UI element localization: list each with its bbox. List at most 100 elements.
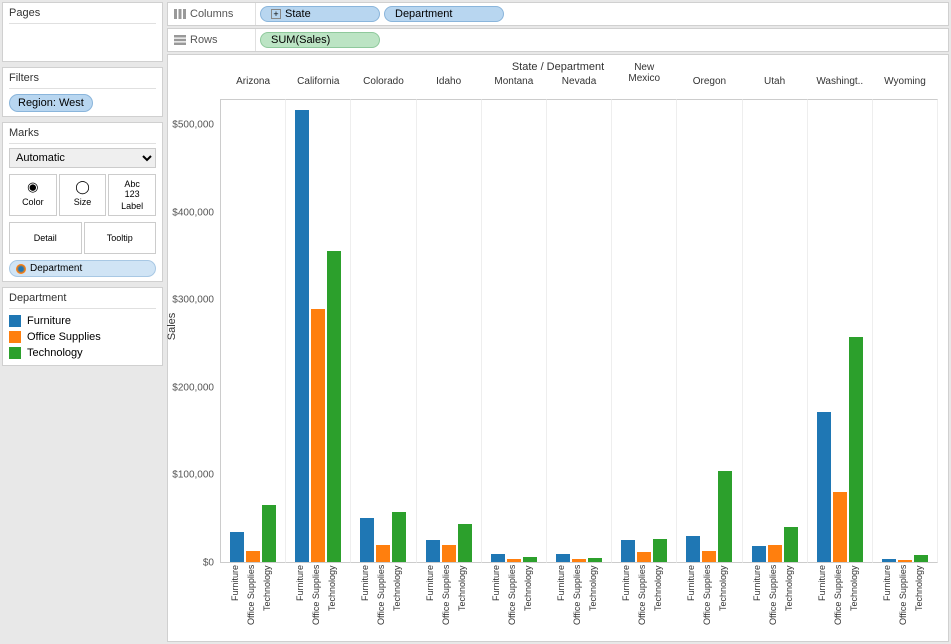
bar[interactable] (637, 552, 651, 562)
legend-item[interactable]: Technology (9, 345, 156, 361)
x-axis-labels: FurnitureOffice SuppliesTechnologyFurnit… (220, 565, 938, 635)
column-pill-department[interactable]: Department (384, 6, 504, 22)
bar[interactable] (752, 546, 766, 562)
dept-label: Technology (392, 565, 406, 635)
bar[interactable] (718, 471, 732, 562)
dept-label: Furniture (686, 565, 700, 635)
dept-label: Office Supplies (376, 565, 390, 635)
bar[interactable] (784, 527, 798, 562)
legend-item[interactable]: Office Supplies (9, 329, 156, 345)
bar[interactable] (556, 554, 570, 562)
bar[interactable] (882, 559, 896, 562)
y-tick: $500,000 (172, 120, 214, 131)
state-column: Arizona (220, 99, 286, 563)
state-header: Arizona (221, 76, 285, 87)
bar[interactable] (442, 545, 456, 562)
bar[interactable] (588, 558, 602, 562)
dept-label: Technology (457, 565, 471, 635)
legend-item[interactable]: Furniture (9, 313, 156, 329)
bar[interactable] (914, 555, 928, 562)
dept-label: Office Supplies (702, 565, 716, 635)
dept-label: Technology (523, 565, 537, 635)
bar[interactable] (507, 559, 521, 562)
visualization: State / Department Sales $0$100,000$200,… (167, 54, 949, 642)
bar[interactable] (621, 540, 635, 562)
mark-size-button[interactable]: ◯Size (59, 174, 107, 216)
dept-label: Office Supplies (441, 565, 455, 635)
column-pill-state[interactable]: +State (260, 6, 380, 22)
legend-label: Office Supplies (27, 331, 101, 343)
bar[interactable] (262, 505, 276, 562)
bar[interactable] (833, 492, 847, 562)
dept-label: Office Supplies (833, 565, 847, 635)
dept-label: Office Supplies (898, 565, 912, 635)
bar[interactable] (392, 512, 406, 562)
mark-color-button[interactable]: ◉Color (9, 174, 57, 216)
dept-label: Technology (327, 565, 341, 635)
dept-label: Technology (653, 565, 667, 635)
pages-title: Pages (9, 7, 156, 24)
state-header: NewMexico (612, 62, 676, 84)
marks-type-select[interactable]: Automatic (9, 148, 156, 168)
dept-label: Office Supplies (507, 565, 521, 635)
bar[interactable] (686, 536, 700, 562)
state-column: California (286, 99, 351, 563)
bar[interactable] (849, 337, 863, 562)
dept-label: Furniture (491, 565, 505, 635)
bar[interactable] (295, 110, 309, 562)
bar[interactable] (426, 540, 440, 562)
dept-label: Furniture (230, 565, 244, 635)
mark-label-button[interactable]: Abc123Label (108, 174, 156, 216)
bar[interactable] (458, 524, 472, 562)
marks-panel: Marks Automatic ◉Color ◯Size Abc123Label… (2, 122, 163, 282)
y-tick: $0 (203, 558, 214, 569)
mark-tooltip-button[interactable]: Tooltip (84, 222, 157, 254)
state-header: Washingt.. (808, 76, 872, 87)
chart-area: ArizonaCaliforniaColoradoIdahoMontanaNev… (220, 99, 938, 563)
mark-detail-button[interactable]: Detail (9, 222, 82, 254)
dept-label: Furniture (295, 565, 309, 635)
bar[interactable] (523, 557, 537, 562)
state-header: Wyoming (873, 76, 937, 87)
state-column: Nevada (547, 99, 612, 563)
state-header: Utah (743, 76, 807, 87)
filters-panel: Filters Region: West (2, 67, 163, 117)
dept-label: Technology (588, 565, 602, 635)
rows-shelf: Rows SUM(Sales) (167, 28, 949, 52)
bar[interactable] (246, 551, 260, 562)
plus-icon[interactable]: + (271, 9, 281, 19)
bar[interactable] (702, 551, 716, 562)
bar[interactable] (572, 559, 586, 562)
dept-label: Furniture (817, 565, 831, 635)
mark-color-pill[interactable]: Department (9, 260, 156, 277)
dept-label: Office Supplies (311, 565, 325, 635)
dept-label: Technology (849, 565, 863, 635)
filter-pill-region[interactable]: Region: West (9, 94, 93, 112)
bar[interactable] (327, 251, 341, 562)
bar[interactable] (491, 554, 505, 562)
color-icon: ◉ (12, 179, 54, 195)
bar[interactable] (376, 545, 390, 562)
rows-icon (174, 35, 186, 45)
bar[interactable] (360, 518, 374, 562)
state-column: Colorado (351, 99, 416, 563)
bar[interactable] (817, 412, 831, 562)
filters-title: Filters (9, 72, 156, 89)
bar[interactable] (230, 532, 244, 563)
dept-label: Technology (718, 565, 732, 635)
color-icon (16, 264, 26, 274)
bar[interactable] (311, 309, 325, 562)
marks-title: Marks (9, 127, 156, 144)
bar[interactable] (653, 539, 667, 562)
sidebar: Pages Filters Region: West Marks Automat… (0, 0, 165, 644)
bar[interactable] (898, 560, 912, 562)
state-header: Idaho (417, 76, 481, 87)
row-pill-sales[interactable]: SUM(Sales) (260, 32, 380, 48)
state-header: Nevada (547, 76, 611, 87)
dept-label: Technology (914, 565, 928, 635)
dept-label: Technology (784, 565, 798, 635)
state-column: Montana (482, 99, 547, 563)
dept-label: Furniture (360, 565, 374, 635)
bar[interactable] (768, 545, 782, 562)
viz-title: State / Department (174, 61, 942, 73)
